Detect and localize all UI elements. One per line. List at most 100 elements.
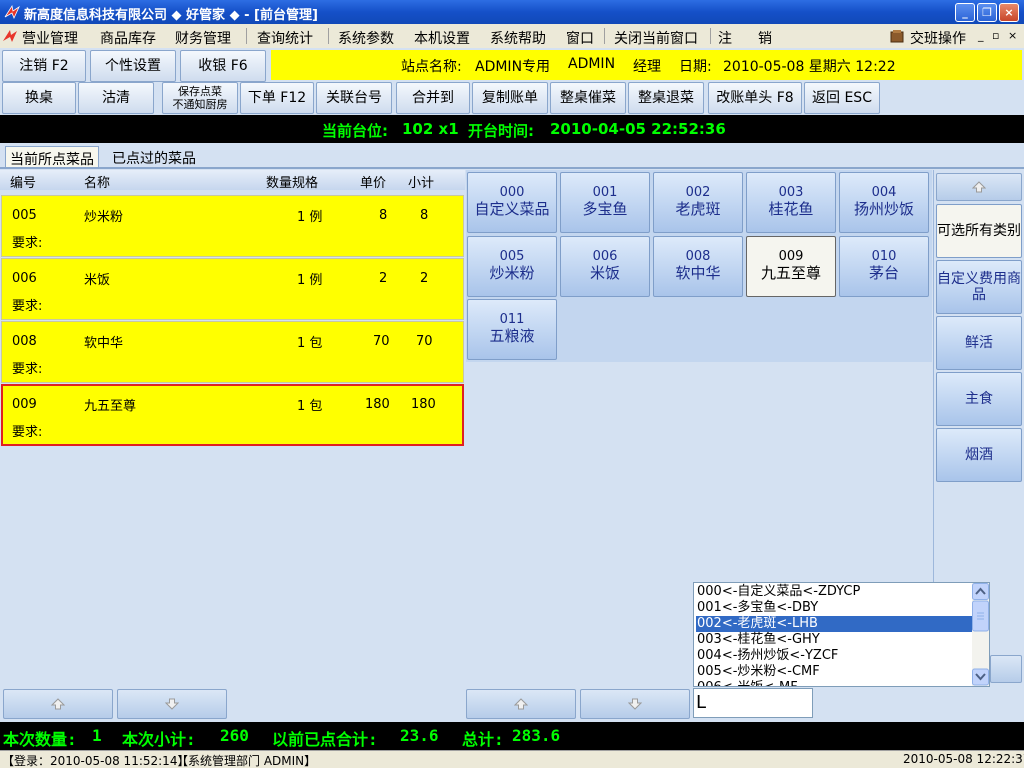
change-table-button[interactable]: 换桌 — [2, 82, 76, 114]
site-name-label: 站点名称: — [401, 59, 462, 75]
suggestion-item[interactable]: 006<-米饭<-MF — [696, 680, 972, 686]
app-logo-icon — [4, 4, 20, 20]
dish-button[interactable]: 010 茅台 — [839, 236, 929, 297]
copy-bill-button[interactable]: 复制账单 — [472, 82, 548, 114]
suggestion-item[interactable]: 005<-炒米粉<-CMF — [696, 664, 972, 680]
personal-settings-button[interactable]: 个性设置 — [90, 50, 176, 82]
dish-name: 米饭 — [589, 264, 620, 282]
dish-button[interactable]: 000 自定义菜品 — [467, 172, 557, 233]
category-tobacco-liquor-button[interactable]: 烟酒 — [936, 428, 1022, 482]
order-row-selected[interactable]: 009 九五至尊 1 包 180 180 要求: — [1, 384, 464, 446]
logout-f2-button[interactable]: 注销 F2 — [2, 50, 86, 82]
mdi-close-button[interactable]: × — [1008, 29, 1017, 42]
order-scroll-down-button[interactable] — [117, 689, 227, 719]
grand-total-label: 总计: — [462, 730, 504, 749]
dish-code: 009 — [778, 249, 804, 264]
dish-button[interactable]: 005 炒米粉 — [467, 236, 557, 297]
order-row[interactable]: 005 炒米粉 1 例 8 8 要求: — [1, 195, 464, 257]
suggestion-item[interactable]: 001<-多宝鱼<-DBY — [696, 600, 972, 616]
suggestion-item[interactable]: 004<-扬州炒饭<-YZCF — [696, 648, 972, 664]
menu-finance[interactable]: 财务管理 — [175, 28, 231, 48]
mdi-minimize-button[interactable]: _ — [978, 29, 984, 42]
dish-button[interactable]: 008 软中华 — [653, 236, 743, 297]
order-note-label: 要求: — [12, 299, 43, 314]
category-scroll-up-button[interactable] — [936, 173, 1022, 201]
suggestion-scrollbar[interactable] — [972, 583, 989, 686]
order-subtotal: 8 — [420, 208, 429, 223]
link-table-button[interactable]: 关联台号 — [316, 82, 392, 114]
category-scroll-down-button[interactable] — [990, 655, 1022, 683]
back-esc-button[interactable]: 返回 ESC — [804, 82, 880, 114]
menu-logout-2[interactable]: 销 — [758, 28, 772, 48]
order-subtotal: 2 — [420, 271, 429, 286]
save-order-no-kitchen-button[interactable]: 保存点菜 不通知厨房 — [162, 82, 238, 114]
minimize-button[interactable]: _ — [955, 3, 975, 22]
dish-code: 008 — [685, 249, 711, 264]
menu-logout-1[interactable]: 注 — [718, 28, 732, 48]
menu-window[interactable]: 窗口 — [566, 28, 594, 48]
dish-scroll-up-button[interactable] — [466, 689, 576, 719]
dish-button[interactable]: 002 老虎斑 — [653, 172, 743, 233]
dish-button[interactable]: 004 扬州炒饭 — [839, 172, 929, 233]
tab-current-items[interactable]: 当前所点菜品 — [5, 146, 99, 168]
order-subtotal: 70 — [416, 334, 433, 349]
dish-button[interactable]: 001 多宝鱼 — [560, 172, 650, 233]
menu-system-params[interactable]: 系统参数 — [338, 28, 394, 48]
menu-business[interactable]: 营业管理 — [22, 28, 78, 48]
place-order-f12-button[interactable]: 下单 F12 — [240, 82, 314, 114]
suggestion-item-highlighted[interactable]: 002<-老虎斑<-LHB — [696, 616, 972, 632]
dish-scroll-down-button[interactable] — [580, 689, 690, 719]
edit-bill-header-f8-button[interactable]: 改账单头 F8 — [708, 82, 802, 114]
dish-suggestion-list[interactable]: 000<-自定义菜品<-ZDYCP 001<-多宝鱼<-DBY 002<-老虎斑… — [693, 582, 990, 687]
table-status-bar: 当前台位: 102 x1 开台时间: 2010-04-05 22:52:36 — [0, 115, 1024, 143]
menu-shift-handover[interactable]: 交班操作 — [910, 28, 966, 48]
category-all-button[interactable]: 可选所有类别 — [936, 204, 1022, 258]
order-list-panel: 编号 名称 数量规格 单价 小计 005 炒米粉 1 例 8 8 要求: 006… — [0, 170, 465, 685]
menu-close-current[interactable]: 关闭当前窗口 — [614, 28, 698, 48]
suggestion-item[interactable]: 003<-桂花鱼<-GHY — [696, 632, 972, 648]
qty-value: 1 — [92, 726, 102, 745]
app-logo-icon — [3, 30, 17, 42]
menu-local-settings[interactable]: 本机设置 — [414, 28, 470, 48]
menu-inventory[interactable]: 商品库存 — [100, 28, 156, 48]
order-qty: 1 包 — [297, 399, 323, 414]
dish-name: 自定义菜品 — [474, 200, 550, 218]
order-code: 005 — [12, 208, 37, 223]
cashier-f6-button[interactable]: 收银 F6 — [180, 50, 266, 82]
tab-previous-items[interactable]: 已点过的菜品 — [108, 146, 200, 168]
user-role: 经理 — [633, 59, 661, 75]
order-note-label: 要求: — [12, 362, 43, 377]
dish-button[interactable]: 003 桂花鱼 — [746, 172, 836, 233]
login-time: 【登录：2010-05-08 11:52:14】 — [2, 754, 190, 768]
category-custom-fee-button[interactable]: 自定义费用商品 — [936, 260, 1022, 314]
dish-button[interactable]: 011 五粮液 — [467, 299, 557, 360]
maximize-button[interactable]: ❐ — [977, 3, 997, 22]
merge-to-button[interactable]: 合并到 — [396, 82, 470, 114]
clock: 2010-05-08 12:22:37 — [903, 752, 1024, 766]
suggestion-item[interactable]: 000<-自定义菜品<-ZDYCP — [696, 584, 972, 600]
mdi-restore-button[interactable]: ▫ — [992, 29, 999, 42]
dish-button-selected[interactable]: 009 九五至尊 — [746, 236, 836, 297]
return-all-button[interactable]: 整桌退菜 — [628, 82, 704, 114]
sold-out-button[interactable]: 沽清 — [78, 82, 154, 114]
dish-search-input[interactable]: L — [693, 688, 813, 718]
order-row[interactable]: 006 米饭 1 例 2 2 要求: — [1, 258, 464, 320]
category-seafood-button[interactable]: 鲜活 — [936, 316, 1022, 370]
order-subtotal: 180 — [411, 397, 436, 412]
arrow-up-icon — [972, 181, 986, 193]
col-qty-header: 数量规格 — [266, 176, 319, 191]
menu-query[interactable]: 查询统计 — [257, 28, 313, 48]
order-row[interactable]: 008 软中华 1 包 70 70 要求: — [1, 321, 464, 383]
close-button[interactable]: × — [999, 3, 1019, 22]
category-staple-button[interactable]: 主食 — [936, 372, 1022, 426]
arrow-up-icon — [51, 698, 65, 710]
col-name-header: 名称 — [84, 176, 111, 191]
dish-name: 炒米粉 — [489, 264, 535, 282]
dish-code: 004 — [871, 185, 897, 200]
rush-all-button[interactable]: 整桌催菜 — [550, 82, 626, 114]
dish-button[interactable]: 006 米饭 — [560, 236, 650, 297]
dish-code: 011 — [499, 312, 525, 327]
menu-help[interactable]: 系统帮助 — [490, 28, 546, 48]
no-kitchen-label: 不通知厨房 — [172, 98, 228, 111]
order-scroll-up-button[interactable] — [3, 689, 113, 719]
